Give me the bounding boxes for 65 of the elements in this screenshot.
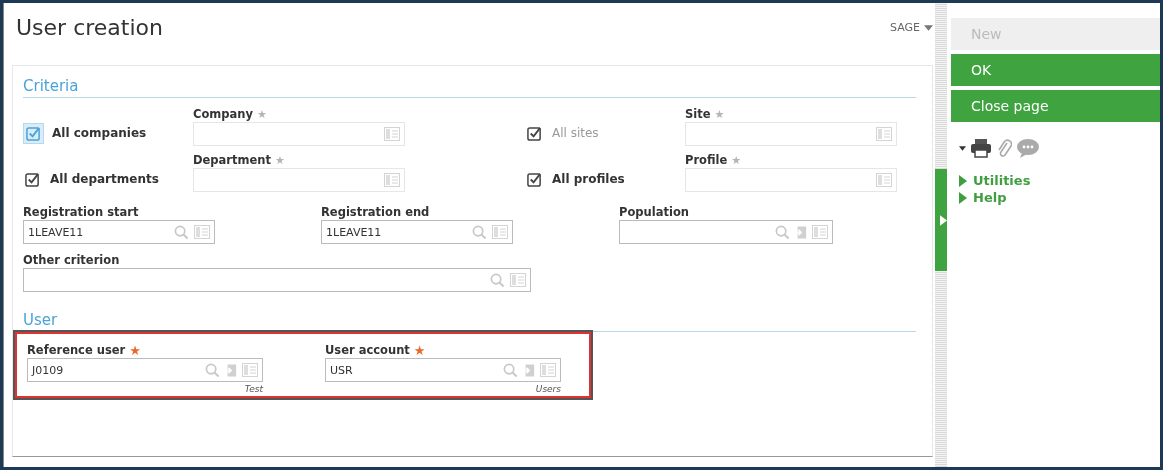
page-title: User creation (16, 15, 163, 40)
input-field[interactable]: J0109 (27, 358, 263, 382)
action-button[interactable]: Close page (951, 90, 1160, 122)
field-label: Site (685, 107, 711, 121)
checkbox[interactable] (23, 122, 44, 144)
detail-icon[interactable] (242, 363, 258, 377)
detail-icon[interactable] (384, 127, 400, 141)
field-label: User account (325, 343, 410, 357)
field-label: Registration end (321, 205, 430, 219)
play-icon (940, 214, 947, 226)
detail-icon[interactable] (812, 225, 828, 239)
required-indicator: ★ (714, 107, 725, 121)
section-heading: User (23, 311, 58, 329)
search-icon[interactable] (205, 362, 220, 378)
field-caption: Test (244, 384, 263, 394)
input-field[interactable] (23, 268, 531, 292)
jump-icon[interactable] (523, 362, 535, 378)
detail-icon[interactable] (384, 173, 400, 187)
search-icon[interactable] (503, 362, 518, 378)
input-field[interactable]: USR (325, 358, 561, 382)
checkbox-label: All departments (50, 172, 159, 186)
input-field[interactable]: 1LEAVE11 (23, 220, 215, 244)
input-field[interactable]: 1LEAVE11 (321, 220, 513, 244)
detail-icon[interactable] (510, 273, 526, 287)
search-icon[interactable] (775, 224, 790, 240)
caret-icon (924, 24, 933, 31)
section-heading: Criteria (23, 77, 79, 95)
menu-link[interactable]: Utilities (951, 172, 1160, 189)
user-menu[interactable]: SAGE (890, 15, 933, 34)
play-icon (959, 174, 967, 187)
checkbox-label: All profiles (552, 172, 625, 186)
required-indicator: ★ (413, 342, 426, 358)
required-indicator: ★ (275, 153, 285, 167)
field-caption: Users (535, 384, 561, 394)
search-icon[interactable] (490, 272, 505, 288)
required-indicator: ★ (731, 153, 742, 167)
field-label: Reference user (27, 343, 126, 357)
field-label: Profile (685, 153, 728, 167)
field-label: Population (619, 205, 689, 219)
checkbox-label: All companies (52, 126, 147, 140)
print-icon[interactable] (970, 138, 992, 158)
detail-icon[interactable] (876, 127, 892, 141)
detail-icon[interactable] (194, 225, 210, 239)
paperclip-icon[interactable] (996, 138, 1012, 158)
jump-icon[interactable] (795, 224, 807, 240)
field-label: Other criterion (23, 253, 120, 267)
comment-icon[interactable] (1016, 138, 1040, 158)
caret-icon[interactable] (959, 145, 966, 151)
jump-icon[interactable] (225, 362, 237, 378)
required-indicator: ★ (257, 107, 267, 121)
field-label: Department (193, 153, 271, 167)
input-field[interactable] (619, 220, 833, 244)
action-button[interactable]: OK (951, 54, 1160, 86)
panel-toggle[interactable] (935, 169, 947, 271)
search-icon[interactable] (472, 224, 487, 240)
search-icon[interactable] (174, 224, 189, 240)
required-indicator: ★ (129, 342, 141, 358)
checkbox-label: All sites (552, 126, 599, 140)
detail-icon[interactable] (876, 173, 892, 187)
field-label: Registration start (23, 205, 139, 219)
detail-icon[interactable] (492, 225, 508, 239)
menu-link[interactable]: Help (951, 189, 1160, 206)
field-label: Company (193, 107, 253, 121)
play-icon (959, 191, 967, 204)
detail-icon[interactable] (540, 363, 556, 377)
